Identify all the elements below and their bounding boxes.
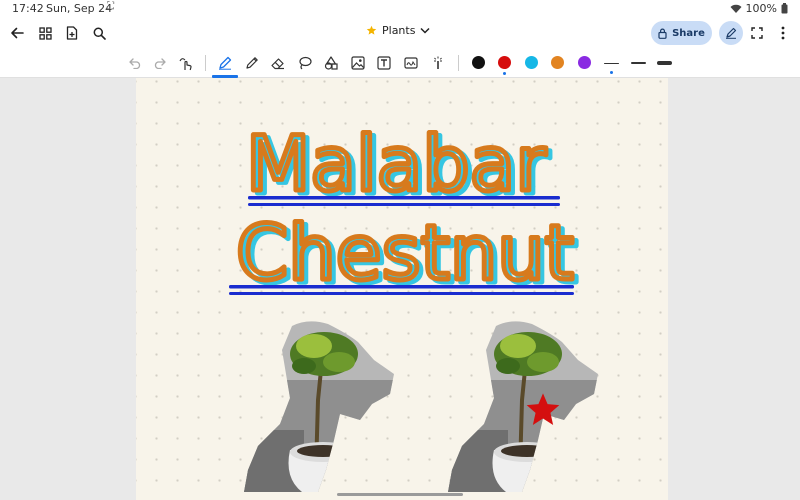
image-tool[interactable] (347, 52, 369, 74)
undo-button[interactable] (124, 52, 146, 74)
add-page-icon (66, 26, 78, 40)
eraser-tool[interactable] (267, 52, 289, 74)
toolbar-divider (458, 55, 459, 71)
pen-icon (219, 56, 232, 70)
pencil-tool[interactable] (241, 52, 263, 74)
favorite-star-icon (366, 25, 377, 35)
search-icon (93, 27, 106, 40)
more-vertical-icon (781, 26, 785, 40)
laser-pointer-icon (434, 56, 442, 69)
shapes-tool[interactable] (320, 52, 342, 74)
arrow-left-icon (11, 27, 24, 39)
toolbar-divider (205, 55, 206, 71)
handwriting-chestnut: Chestnut (236, 208, 574, 297)
pencil-icon (246, 57, 258, 69)
color-swatch-purple[interactable] (578, 56, 591, 69)
share-button[interactable]: Share (651, 21, 712, 45)
color-swatch-cyan[interactable] (525, 56, 538, 69)
image-icon (351, 56, 365, 70)
touch-draw-icon (179, 57, 192, 70)
search-button[interactable] (88, 22, 110, 44)
shapes-icon (324, 56, 338, 70)
plant-photo-right[interactable] (448, 320, 598, 492)
sticker-icon (404, 57, 418, 69)
color-swatch-black[interactable] (472, 56, 485, 69)
eraser-icon (271, 57, 284, 69)
note-title-dropdown[interactable]: Plants (366, 24, 430, 37)
status-date: Sun, Sep 24 (46, 2, 113, 15)
chevron-down-icon (420, 27, 430, 34)
color-swatch-orange[interactable] (551, 56, 564, 69)
wifi-icon (730, 4, 742, 13)
battery-percent: 100% (745, 2, 777, 15)
underline-malabar-2 (248, 203, 560, 206)
back-button[interactable] (6, 22, 28, 44)
stroke-thick-option[interactable] (657, 61, 672, 65)
red-star-shape[interactable] (524, 391, 562, 429)
pen-tool[interactable] (212, 52, 238, 78)
more-options-button[interactable] (772, 22, 794, 44)
page-grid-button[interactable] (34, 22, 56, 44)
lasso-tool[interactable] (294, 52, 316, 74)
redo-button[interactable] (148, 52, 170, 74)
handwriting-malabar: Malabar (246, 119, 547, 208)
canvas-area[interactable]: Malabar Malabar Chestnut Chestnut (0, 78, 800, 500)
app-bar: Plants Share (0, 18, 800, 48)
note-page[interactable]: Malabar Malabar Chestnut Chestnut (136, 78, 668, 500)
status-time: 17:42 (12, 2, 44, 15)
lock-icon (658, 28, 667, 39)
add-page-button[interactable] (61, 22, 83, 44)
undo-icon (128, 57, 140, 69)
text-box-tool[interactable] (373, 52, 395, 74)
underline-chestnut-1 (229, 285, 574, 289)
screenshot-notification-icon: ⛶ (107, 1, 114, 12)
underline-chestnut-2 (229, 292, 574, 295)
grid-icon (38, 26, 52, 40)
drawing-toolbar (0, 48, 800, 78)
fullscreen-button[interactable] (746, 22, 768, 44)
touch-draw-button[interactable] (175, 52, 197, 74)
status-bar: 17:42 Sun, Sep 24 ⛶ 100% (0, 0, 800, 18)
note-title: Plants (382, 24, 416, 37)
battery-icon (781, 3, 788, 14)
share-label: Share (672, 27, 705, 39)
navigation-handle[interactable] (337, 493, 463, 496)
lasso-icon (299, 56, 312, 70)
plant-photo-left[interactable] (244, 320, 394, 492)
fullscreen-icon (751, 27, 763, 39)
sticker-tool[interactable] (400, 52, 422, 74)
status-right: 100% (730, 2, 788, 15)
stroke-medium-option[interactable] (631, 62, 646, 64)
color-swatch-red[interactable] (498, 56, 511, 75)
underline-malabar-1 (248, 196, 560, 200)
pen-mode-button[interactable] (719, 21, 743, 45)
pen-mode-icon (726, 27, 737, 39)
text-box-icon (377, 56, 391, 70)
stroke-thin-option[interactable] (604, 63, 619, 74)
redo-icon (154, 57, 166, 69)
laser-pointer-tool[interactable] (427, 52, 449, 74)
